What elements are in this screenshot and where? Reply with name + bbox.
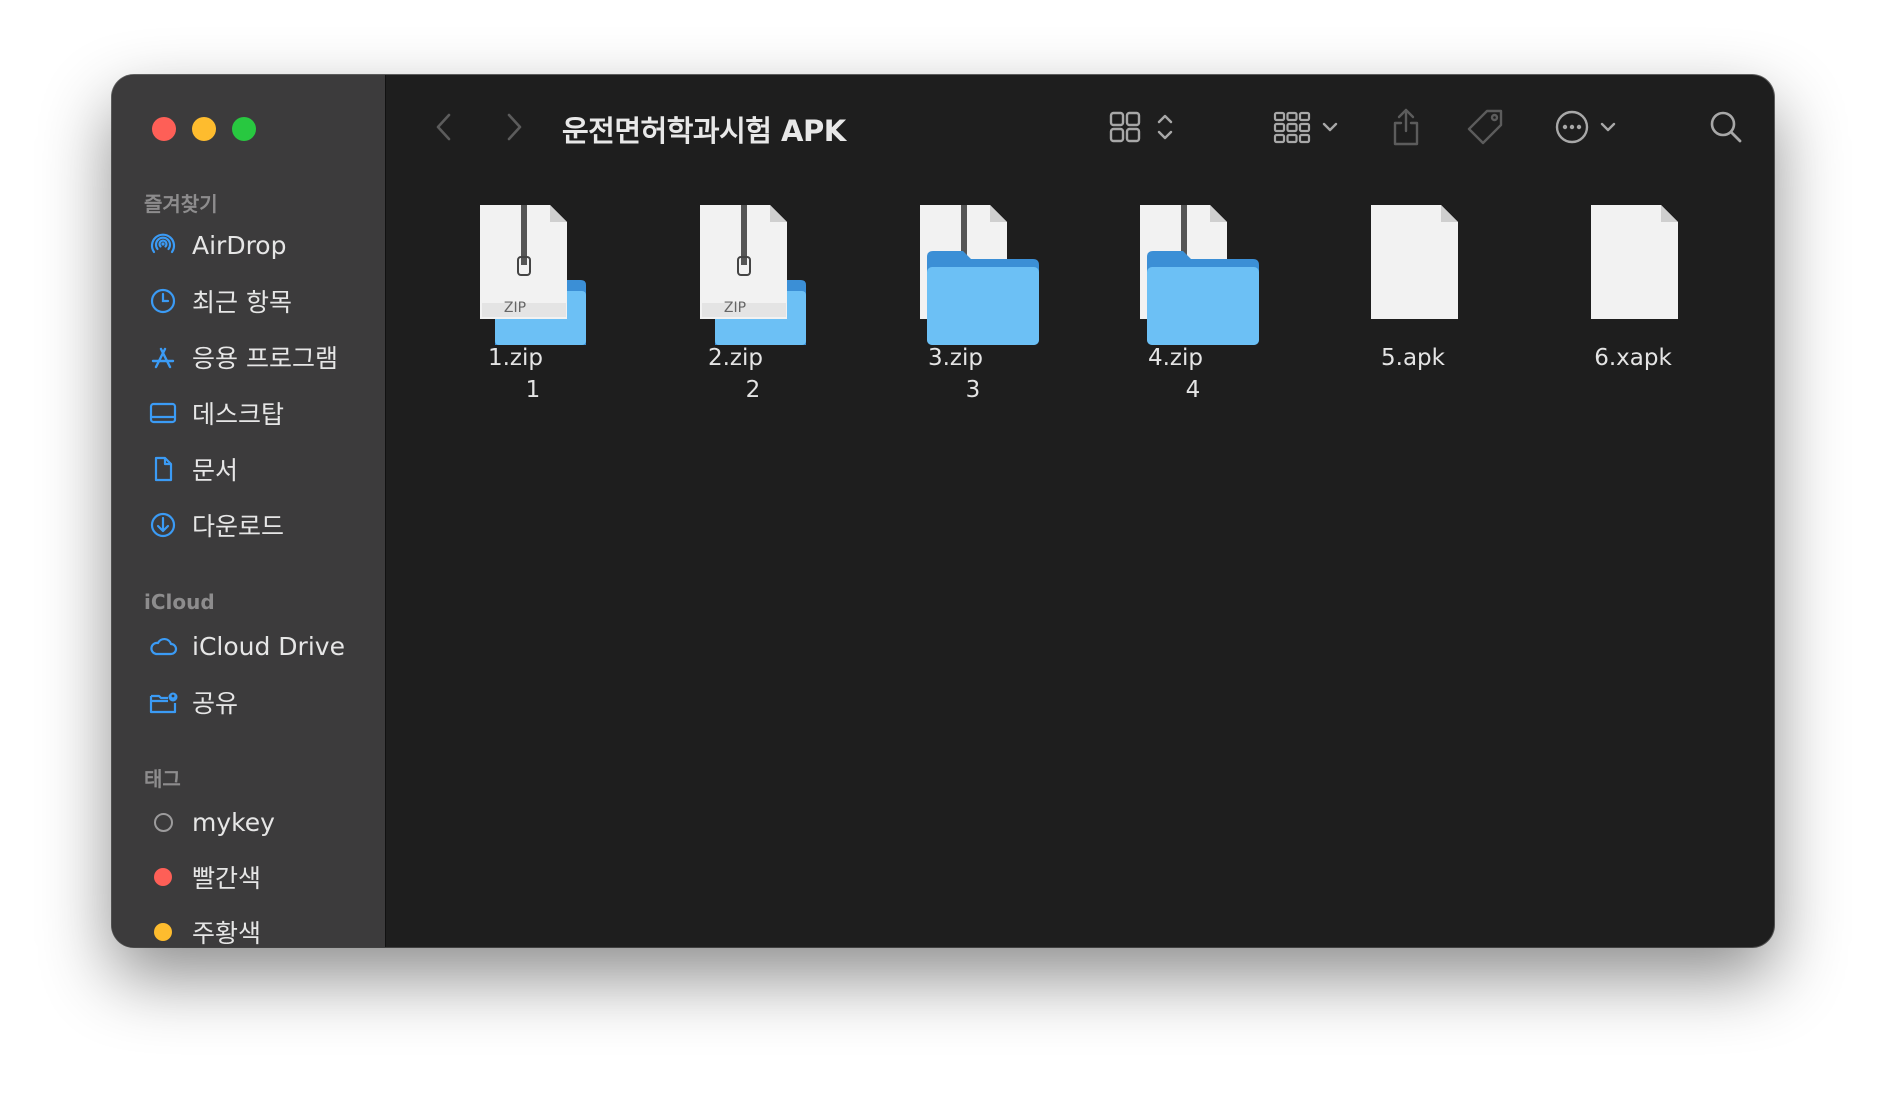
tag-dot-empty-icon (148, 807, 178, 837)
sidebar-item-label: 공유 (192, 689, 239, 718)
sidebar: 즐겨찾기 AirDrop 최근 항목 응용 프로그램 데스크탑 문서 다운로드 … (112, 75, 386, 947)
ellipsis-circle-icon (1555, 110, 1589, 144)
cloud-icon (148, 631, 178, 661)
forward-button[interactable] (496, 103, 532, 151)
icloud-section-title: iCloud (144, 590, 215, 614)
more-actions-button[interactable] (1546, 103, 1626, 151)
sidebar-item-tag-red[interactable]: 빨간색 (148, 857, 261, 897)
file-name: 6.xapk (1594, 345, 1672, 371)
sidebar-item-icloud-drive[interactable]: iCloud Drive (148, 626, 345, 666)
favorites-section-title: 즐겨찾기 (144, 192, 218, 216)
sidebar-item-label: 빨간색 (192, 864, 262, 893)
document-icon (148, 454, 178, 484)
file-subtitle: 2 (745, 377, 761, 403)
group-by-button[interactable] (1266, 103, 1346, 151)
sidebar-item-label: 주황색 (192, 919, 262, 947)
sidebar-item-label: 문서 (192, 456, 239, 485)
airdrop-icon (148, 230, 178, 260)
document-file-icon (1323, 205, 1503, 345)
sidebar-item-documents[interactable]: 문서 (148, 449, 238, 489)
chevron-left-icon (436, 113, 451, 141)
sidebar-item-tag-orange[interactable]: 주황색 (148, 912, 261, 947)
sidebar-item-label: 다운로드 (192, 512, 285, 541)
share-button[interactable] (1386, 103, 1426, 151)
file-item[interactable]: 4.zip 4 (1103, 205, 1283, 403)
file-name: 3.zip (927, 345, 983, 371)
download-icon (148, 510, 178, 540)
file-name: 4.zip (1147, 345, 1203, 371)
document-file-icon (1543, 205, 1723, 345)
file-item[interactable]: 3.zip 3 (883, 205, 1063, 403)
tag-button[interactable] (1464, 103, 1508, 151)
icon-grid-icon (1109, 111, 1141, 143)
zoom-button[interactable] (232, 117, 256, 141)
sidebar-item-desktop[interactable]: 데스크탑 (148, 393, 284, 433)
back-button[interactable] (426, 103, 462, 151)
search-icon (1710, 111, 1742, 143)
sidebar-item-label: iCloud Drive (192, 631, 345, 661)
share-icon (1393, 108, 1419, 146)
tag-dot-orange-icon (148, 917, 178, 947)
window-title: 운전면허학과시험 APK (562, 114, 846, 148)
sidebar-item-shared[interactable]: 공유 (148, 682, 238, 722)
sidebar-item-downloads[interactable]: 다운로드 (148, 505, 284, 545)
file-item[interactable]: 6.xapk (1543, 205, 1723, 371)
tag-dot-red-icon (148, 862, 178, 892)
file-item[interactable]: ZIP 1.zip 1 (443, 205, 623, 403)
shared-folder-icon (148, 687, 178, 717)
chevron-updown-icon (1157, 114, 1173, 140)
finder-window: 즐겨찾기 AirDrop 최근 항목 응용 프로그램 데스크탑 문서 다운로드 … (112, 75, 1774, 947)
sidebar-item-airdrop[interactable]: AirDrop (148, 225, 286, 265)
sidebar-item-recents[interactable]: 최근 항목 (148, 281, 292, 321)
sidebar-item-applications[interactable]: 응용 프로그램 (148, 337, 338, 377)
zip-label: ZIP (504, 300, 526, 316)
file-subtitle: 3 (965, 377, 981, 403)
zip-folder-icon (883, 205, 1063, 345)
file-item[interactable]: ZIP 2.zip 2 (663, 205, 843, 403)
close-button[interactable] (152, 117, 176, 141)
clock-icon (148, 286, 178, 316)
tag-icon (1467, 109, 1503, 145)
file-item[interactable]: 5.apk (1323, 205, 1503, 371)
main-content: 운전면허학과시험 APK ZIP 1.zip 1 ZIP 2.zip 2 3.z… (386, 75, 1774, 947)
zip-label: ZIP (724, 300, 746, 316)
view-mode-button[interactable] (1102, 103, 1182, 151)
sidebar-item-label: 응용 프로그램 (192, 344, 338, 373)
file-name: 2.zip (707, 345, 763, 371)
file-name: 1.zip (487, 345, 543, 371)
toolbar: 운전면허학과시험 APK (386, 75, 1774, 179)
applications-icon (148, 342, 178, 372)
chevron-down-icon (1322, 122, 1338, 132)
sidebar-item-tag-mykey[interactable]: mykey (148, 802, 275, 842)
file-name: 5.apk (1381, 345, 1445, 371)
sidebar-item-label: 데스크탑 (192, 400, 285, 429)
minimize-button[interactable] (192, 117, 216, 141)
sidebar-item-label: 최근 항목 (192, 288, 292, 317)
group-icon (1273, 111, 1311, 144)
search-button[interactable] (1704, 103, 1748, 151)
chevron-down-icon (1600, 122, 1616, 132)
file-subtitle: 4 (1185, 377, 1201, 403)
zip-folder-icon (1103, 205, 1283, 345)
zip-archive-icon: ZIP (443, 205, 623, 348)
tags-section-title: 태그 (144, 767, 181, 791)
file-subtitle: 1 (525, 377, 541, 403)
window-controls (152, 117, 256, 141)
zip-archive-icon: ZIP (663, 205, 843, 348)
sidebar-item-label: AirDrop (192, 230, 287, 260)
sidebar-item-label: mykey (192, 807, 275, 837)
desktop-icon (148, 398, 178, 428)
chevron-right-icon (507, 113, 522, 141)
